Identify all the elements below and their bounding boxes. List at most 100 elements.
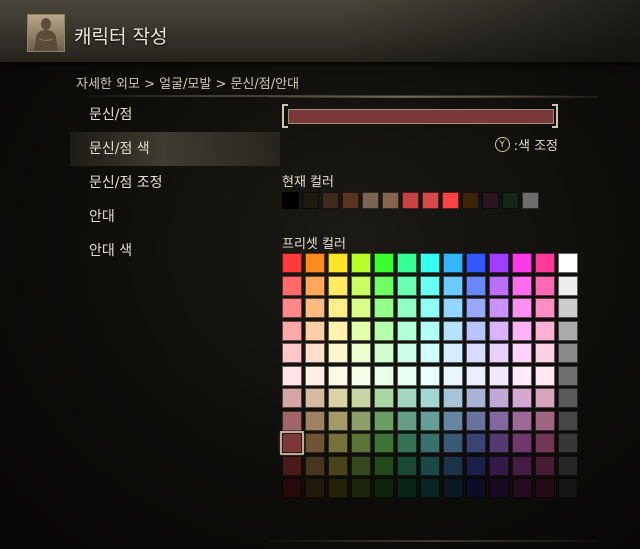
preset-color-swatch[interactable] — [558, 298, 578, 318]
preset-color-swatch[interactable] — [397, 253, 417, 273]
preset-color-swatch[interactable] — [489, 455, 509, 476]
preset-color-swatch[interactable] — [374, 275, 394, 296]
preset-color-swatch[interactable] — [420, 275, 440, 296]
preset-color-swatch[interactable] — [558, 275, 578, 296]
current-color-swatch[interactable] — [342, 192, 359, 209]
current-color-swatch[interactable] — [482, 192, 499, 209]
preset-color-swatch[interactable] — [420, 298, 440, 318]
preset-color-swatch[interactable] — [305, 433, 325, 453]
preset-color-swatch[interactable] — [466, 298, 486, 318]
preset-color-swatch[interactable] — [328, 365, 348, 386]
preset-color-swatch[interactable] — [374, 478, 394, 498]
preset-color-swatch[interactable] — [374, 253, 394, 273]
preset-color-swatch[interactable] — [420, 410, 440, 431]
preset-color-swatch[interactable] — [305, 275, 325, 296]
preset-color-swatch[interactable] — [443, 320, 463, 341]
preset-color-swatch[interactable] — [397, 388, 417, 408]
preset-color-swatch[interactable] — [420, 478, 440, 498]
preset-color-swatch[interactable] — [305, 343, 325, 363]
preset-color-swatch[interactable] — [466, 478, 486, 498]
preset-color-swatch[interactable] — [351, 388, 371, 408]
preset-color-swatch[interactable] — [558, 410, 578, 431]
preset-color-swatch[interactable] — [397, 320, 417, 341]
current-color-swatch[interactable] — [282, 192, 299, 209]
preset-color-swatch[interactable] — [397, 455, 417, 476]
preset-color-swatch[interactable] — [305, 253, 325, 273]
preset-color-swatch[interactable] — [443, 478, 463, 498]
preset-color-swatch[interactable] — [420, 343, 440, 363]
current-color-swatch[interactable] — [302, 192, 319, 209]
current-color-swatch[interactable] — [422, 192, 439, 209]
preset-color-swatch[interactable] — [397, 298, 417, 318]
preset-color-swatch[interactable] — [489, 365, 509, 386]
preset-color-swatch[interactable] — [512, 343, 532, 363]
preset-color-swatch[interactable] — [282, 365, 302, 386]
preset-color-swatch[interactable] — [374, 365, 394, 386]
preset-color-swatch[interactable] — [397, 410, 417, 431]
preset-color-swatch[interactable] — [443, 298, 463, 318]
current-color-swatch[interactable] — [522, 192, 539, 209]
preset-color-swatch[interactable] — [535, 320, 555, 341]
preset-color-swatch[interactable] — [443, 388, 463, 408]
preset-color-swatch[interactable] — [466, 253, 486, 273]
preset-color-swatch[interactable] — [328, 343, 348, 363]
preset-color-swatch[interactable] — [374, 298, 394, 318]
preset-color-swatch[interactable] — [443, 253, 463, 273]
preset-color-swatch[interactable] — [328, 410, 348, 431]
preset-color-swatch[interactable] — [374, 410, 394, 431]
preset-color-swatch[interactable] — [535, 478, 555, 498]
preset-color-swatch[interactable] — [282, 320, 302, 341]
preset-color-swatch[interactable] — [558, 320, 578, 341]
preset-color-swatch[interactable] — [374, 388, 394, 408]
preset-color-swatch[interactable] — [282, 410, 302, 431]
preset-color-swatch[interactable] — [489, 388, 509, 408]
preset-color-swatch[interactable] — [466, 343, 486, 363]
preset-color-swatch[interactable] — [558, 433, 578, 453]
preset-color-swatch[interactable] — [305, 455, 325, 476]
preset-color-swatch[interactable] — [351, 455, 371, 476]
preset-color-swatch[interactable] — [535, 388, 555, 408]
preset-color-swatch[interactable] — [305, 298, 325, 318]
preset-color-swatch[interactable] — [512, 410, 532, 431]
preset-color-swatch[interactable] — [489, 320, 509, 341]
preset-color-swatch[interactable] — [397, 433, 417, 453]
preset-color-swatch[interactable] — [535, 433, 555, 453]
preset-color-swatch[interactable] — [420, 253, 440, 273]
preset-color-swatch[interactable] — [512, 455, 532, 476]
preset-color-swatch[interactable] — [374, 343, 394, 363]
preset-color-swatch[interactable] — [466, 365, 486, 386]
preset-color-swatch[interactable] — [374, 455, 394, 476]
preset-color-swatch[interactable] — [280, 431, 304, 455]
preset-color-swatch[interactable] — [443, 410, 463, 431]
preset-color-swatch[interactable] — [489, 275, 509, 296]
preset-color-swatch[interactable] — [512, 298, 532, 318]
preset-color-swatch[interactable] — [558, 365, 578, 386]
preset-color-swatch[interactable] — [282, 478, 302, 498]
preset-color-swatch[interactable] — [397, 365, 417, 386]
preset-color-swatch[interactable] — [466, 433, 486, 453]
preset-color-swatch[interactable] — [351, 433, 371, 453]
preset-color-swatch[interactable] — [351, 343, 371, 363]
preset-color-swatch[interactable] — [282, 343, 302, 363]
preset-color-swatch[interactable] — [420, 365, 440, 386]
preset-color-swatch[interactable] — [466, 275, 486, 296]
preset-color-swatch[interactable] — [282, 455, 302, 476]
preset-color-swatch[interactable] — [535, 253, 555, 273]
preset-color-swatch[interactable] — [305, 478, 325, 498]
preset-color-swatch[interactable] — [535, 298, 555, 318]
preset-color-swatch[interactable] — [397, 275, 417, 296]
preset-color-swatch[interactable] — [512, 275, 532, 296]
preset-color-swatch[interactable] — [558, 343, 578, 363]
preset-color-swatch[interactable] — [466, 320, 486, 341]
preset-color-swatch[interactable] — [305, 365, 325, 386]
preset-color-swatch[interactable] — [535, 275, 555, 296]
menu-item-eyepatch[interactable]: 안대 — [70, 200, 280, 234]
preset-color-swatch[interactable] — [558, 478, 578, 498]
preset-color-swatch[interactable] — [374, 320, 394, 341]
preset-color-swatch[interactable] — [374, 433, 394, 453]
preset-color-swatch[interactable] — [489, 478, 509, 498]
preset-color-swatch[interactable] — [512, 253, 532, 273]
preset-color-swatch[interactable] — [466, 388, 486, 408]
preset-color-swatch[interactable] — [489, 343, 509, 363]
preset-color-swatch[interactable] — [535, 343, 555, 363]
